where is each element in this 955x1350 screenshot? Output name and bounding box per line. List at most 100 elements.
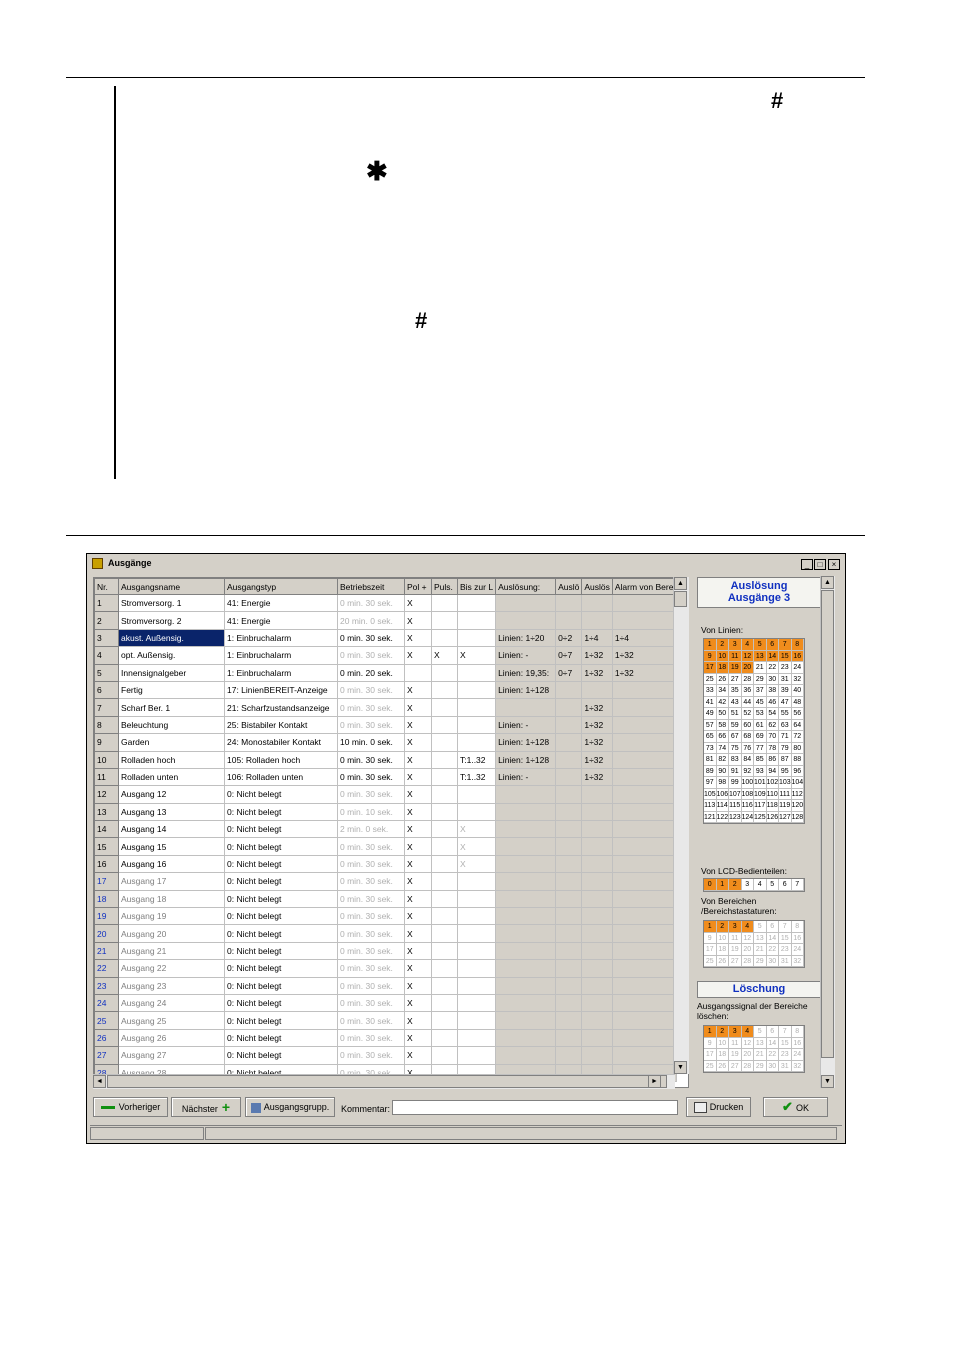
- cell-nr[interactable]: 21: [94, 941, 119, 961]
- loesch-cell[interactable]: 26: [716, 1060, 729, 1072]
- linien-cell[interactable]: 45: [754, 696, 767, 708]
- scroll-left-icon[interactable]: ◄: [93, 1075, 106, 1088]
- cell-pol[interactable]: X: [404, 889, 432, 909]
- linien-cell[interactable]: 96: [791, 765, 804, 777]
- previous-button[interactable]: Vorheriger: [93, 1097, 168, 1117]
- bereiche-cell[interactable]: 5: [754, 921, 767, 933]
- cell-a3[interactable]: [581, 1028, 613, 1048]
- cell-a2[interactable]: [555, 715, 583, 735]
- cell-bis[interactable]: [456, 1046, 497, 1065]
- linien-cell[interactable]: 52: [741, 708, 754, 720]
- linien-cell[interactable]: 17: [704, 662, 717, 674]
- bereiche-cell[interactable]: 32: [791, 955, 804, 967]
- bereiche-cell[interactable]: 2: [716, 921, 729, 933]
- cell-aus[interactable]: [495, 959, 557, 978]
- cell-a3[interactable]: 1÷32: [581, 663, 613, 682]
- cell-type[interactable]: 1: Einbruchalarm: [224, 646, 338, 665]
- linien-cell[interactable]: 22: [766, 662, 779, 674]
- loesch-cell[interactable]: 22: [766, 1049, 779, 1061]
- linien-cell[interactable]: 67: [729, 731, 742, 743]
- linien-cell[interactable]: 55: [779, 708, 792, 720]
- cell-name[interactable]: Beleuchtung: [118, 715, 225, 735]
- cell-name[interactable]: Ausgang 18: [118, 889, 225, 909]
- cell-alarm[interactable]: [611, 976, 677, 995]
- linien-cell[interactable]: 121: [704, 811, 717, 823]
- cell-name[interactable]: akust. Außensig.: [118, 628, 225, 648]
- cell-bis[interactable]: [456, 959, 497, 978]
- cell-name[interactable]: Rolladen hoch: [118, 750, 225, 769]
- cell-pol[interactable]: X: [404, 715, 432, 735]
- bereiche-cell[interactable]: 28: [741, 955, 754, 967]
- cell-time[interactable]: 0 min. 30 sek.: [337, 976, 405, 995]
- loesch-cell[interactable]: 25: [704, 1060, 717, 1072]
- cell-nr[interactable]: 3: [94, 628, 119, 648]
- linien-cell[interactable]: 85: [754, 754, 767, 766]
- cell-time[interactable]: 0 min. 30 sek.: [337, 628, 405, 648]
- cell-aus[interactable]: [495, 907, 557, 926]
- bereiche-cell[interactable]: 24: [791, 944, 804, 956]
- loesch-cell[interactable]: 31: [779, 1060, 792, 1072]
- cell-puls[interactable]: [431, 785, 458, 804]
- bereiche-cell[interactable]: 3: [729, 921, 742, 933]
- linien-cell[interactable]: 71: [779, 731, 792, 743]
- cell-bis[interactable]: [456, 698, 497, 717]
- loesch-cell[interactable]: 7: [779, 1026, 792, 1038]
- cell-aus[interactable]: Linien: -: [495, 646, 557, 665]
- minimize-button[interactable]: _: [801, 559, 813, 570]
- cell-time[interactable]: 2 min. 0 sek.: [337, 820, 405, 839]
- cell-puls[interactable]: [431, 872, 458, 891]
- loesch-cell[interactable]: 11: [729, 1037, 742, 1049]
- grid-vertical-scrollbar[interactable]: ▲ ▼: [673, 577, 689, 1074]
- cell-name[interactable]: Ausgang 26: [118, 1028, 225, 1048]
- linien-cell[interactable]: 127: [779, 811, 792, 823]
- cell-type[interactable]: 1: Einbruchalarm: [224, 663, 338, 682]
- cell-name[interactable]: Ausgang 19: [118, 907, 225, 926]
- cell-alarm[interactable]: [611, 889, 677, 909]
- cell-puls[interactable]: [431, 698, 458, 717]
- cell-a2[interactable]: [555, 820, 583, 839]
- cell-aus[interactable]: [495, 1046, 557, 1065]
- cell-a3[interactable]: 1÷32: [581, 767, 613, 787]
- loesch-cell[interactable]: 8: [791, 1026, 804, 1038]
- bereiche-cell[interactable]: 8: [791, 921, 804, 933]
- cell-pol[interactable]: X: [404, 976, 432, 995]
- cell-aus[interactable]: [495, 872, 557, 891]
- linien-cell[interactable]: 84: [741, 754, 754, 766]
- cell-time[interactable]: 0 min. 30 sek.: [337, 872, 405, 891]
- cell-aus[interactable]: [495, 941, 557, 961]
- linien-cell[interactable]: 39: [779, 685, 792, 697]
- cell-pol[interactable]: X: [404, 959, 432, 978]
- cell-puls[interactable]: [431, 959, 458, 978]
- cell-bis[interactable]: [456, 611, 497, 630]
- linien-cell[interactable]: 31: [779, 673, 792, 685]
- linien-cell[interactable]: 124: [741, 811, 754, 823]
- cell-type[interactable]: 0: Nicht belegt: [224, 993, 338, 1013]
- cell-alarm[interactable]: [611, 941, 677, 961]
- cell-nr[interactable]: 6: [94, 680, 119, 700]
- cell-pol[interactable]: X: [404, 680, 432, 700]
- cell-a3[interactable]: [581, 611, 613, 630]
- linien-cell[interactable]: 32: [791, 673, 804, 685]
- cell-nr[interactable]: 5: [94, 663, 119, 682]
- cell-a3[interactable]: [581, 872, 613, 891]
- linien-cell[interactable]: 27: [729, 673, 742, 685]
- cell-nr[interactable]: 17: [94, 872, 119, 891]
- linien-cell[interactable]: 56: [791, 708, 804, 720]
- loesch-cell[interactable]: 18: [716, 1049, 729, 1061]
- bereiche-cell[interactable]: 17: [704, 944, 717, 956]
- table-row[interactable]: 9 Garden 24: Monostabiler Kontakt 10 min. 0…: [94, 733, 677, 752]
- cell-pol[interactable]: X: [404, 628, 432, 648]
- linien-cell[interactable]: 43: [729, 696, 742, 708]
- column-header-1[interactable]: Ausgangsname: [118, 578, 225, 595]
- cell-a2[interactable]: [555, 1011, 583, 1030]
- ok-button[interactable]: ✔ OK: [763, 1097, 828, 1117]
- linien-cell[interactable]: 25: [704, 673, 717, 685]
- scroll-up-icon[interactable]: ▲: [674, 577, 687, 590]
- linien-cell[interactable]: 49: [704, 708, 717, 720]
- cell-bis[interactable]: [456, 1028, 497, 1048]
- cell-pol[interactable]: X: [404, 1046, 432, 1065]
- cell-alarm[interactable]: [611, 837, 677, 856]
- cell-puls[interactable]: [431, 680, 458, 700]
- cell-type[interactable]: 17: LinienBEREIT-Anzeige: [224, 680, 338, 700]
- cell-type[interactable]: 0: Nicht belegt: [224, 854, 338, 874]
